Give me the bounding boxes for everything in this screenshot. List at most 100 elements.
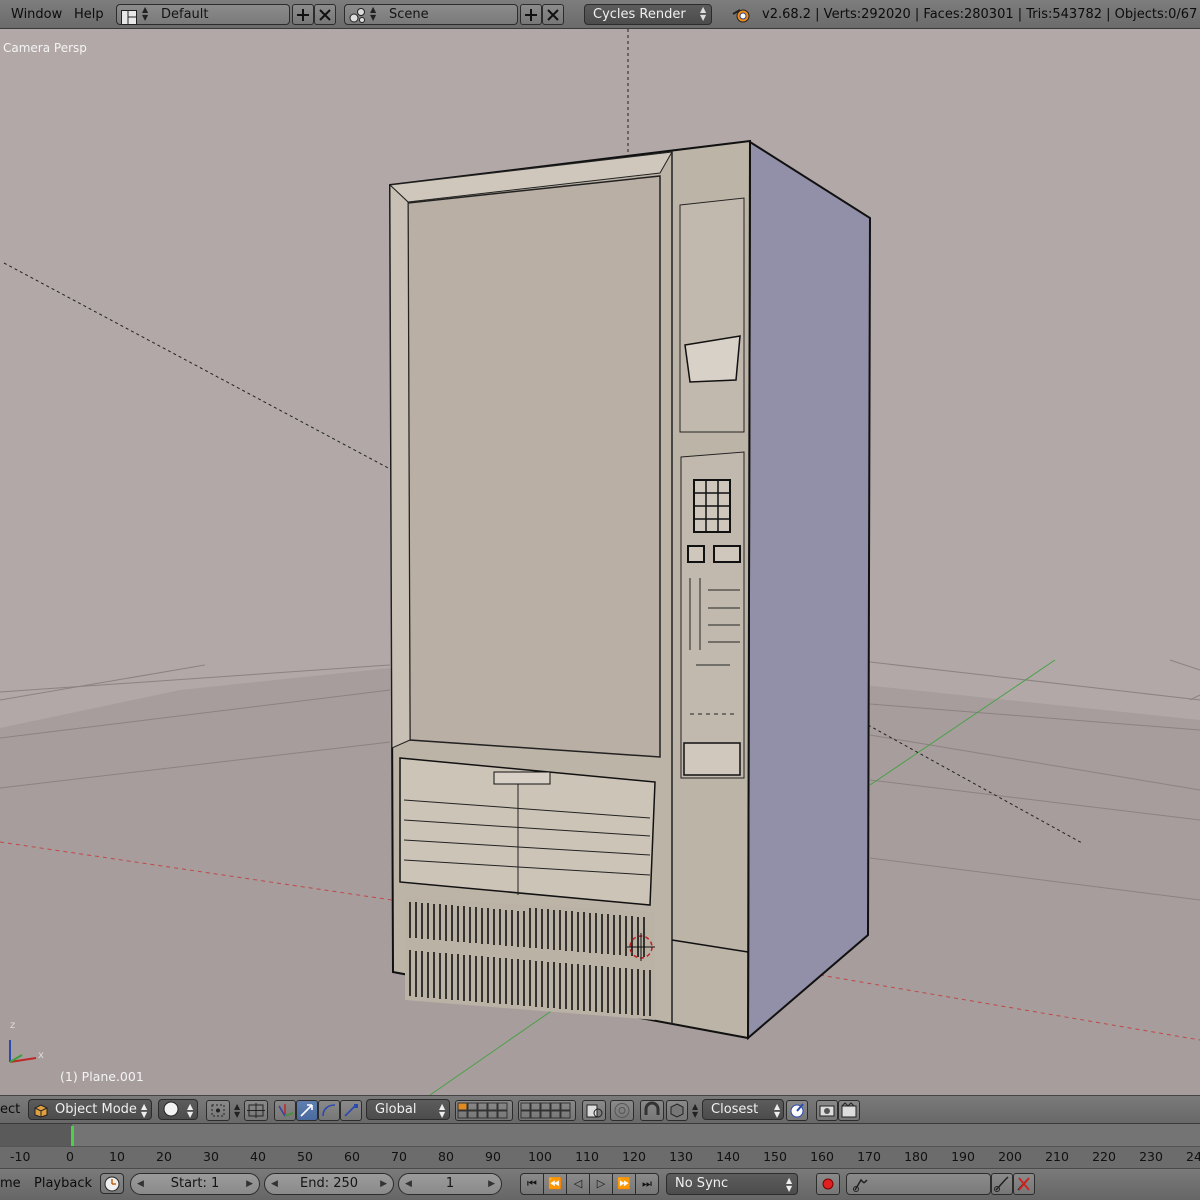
snap-target-selector[interactable]: Closest bbox=[702, 1099, 784, 1120]
insert-keyframe-icon[interactable] bbox=[991, 1173, 1013, 1195]
start-decrement-icon[interactable]: ◀ bbox=[137, 1174, 144, 1194]
info-header: Window Help Default ▲ ▼ Scene ▲ ▼ Cycles R… bbox=[0, 0, 1200, 29]
tick-label: 70 bbox=[391, 1149, 407, 1164]
screen-layout-name: Default bbox=[161, 7, 209, 22]
tick-label: 170 bbox=[857, 1149, 881, 1164]
layer-buttons-group-2[interactable] bbox=[518, 1100, 576, 1121]
tick-label: 50 bbox=[297, 1149, 313, 1164]
lock-layers-icon[interactable] bbox=[582, 1100, 606, 1121]
delete-keyframe-icon[interactable] bbox=[1013, 1173, 1035, 1195]
add-layout-button[interactable] bbox=[292, 4, 314, 25]
tick-label: 80 bbox=[438, 1149, 454, 1164]
current-frame-field[interactable]: ◀ 1 ▶ bbox=[398, 1173, 502, 1195]
record-autokey-button[interactable] bbox=[816, 1173, 840, 1195]
menu-frame-partial[interactable]: me bbox=[0, 1169, 21, 1199]
delete-layout-button[interactable] bbox=[314, 4, 336, 25]
tick-label: 200 bbox=[998, 1149, 1022, 1164]
snap-target-label: Closest bbox=[711, 1102, 759, 1117]
sync-mode-selector[interactable]: No Sync bbox=[666, 1173, 798, 1195]
jump-to-start-button[interactable]: ⏮ bbox=[520, 1173, 544, 1195]
pivot-updown-icon: ▲ ▼ bbox=[234, 1102, 241, 1119]
current-frame-marker[interactable] bbox=[71, 1126, 74, 1146]
tick-label: 230 bbox=[1139, 1149, 1163, 1164]
translate-manipulator-icon[interactable] bbox=[296, 1100, 318, 1121]
add-scene-button[interactable] bbox=[520, 4, 542, 25]
render-engine-selector[interactable]: Cycles Render bbox=[584, 4, 712, 25]
manipulate-center-icon[interactable] bbox=[244, 1100, 268, 1121]
use-preview-range-icon[interactable] bbox=[100, 1173, 124, 1194]
tick-label: 90 bbox=[485, 1149, 501, 1164]
sync-updown-icon: ▲ ▼ bbox=[786, 1176, 793, 1193]
mode-updown-icon: ▲ ▼ bbox=[141, 1102, 148, 1119]
view-name-label: Camera Persp bbox=[3, 41, 87, 55]
snap-element-updown-icon: ▲ ▼ bbox=[692, 1102, 699, 1119]
jump-to-next-keyframe-button[interactable]: ⏩ bbox=[612, 1173, 636, 1195]
play-button[interactable]: ▷ bbox=[589, 1173, 613, 1195]
tick-label: 130 bbox=[669, 1149, 693, 1164]
orientation-updown-icon: ▲ ▼ bbox=[439, 1102, 446, 1119]
manipulator-toggle-icon[interactable] bbox=[274, 1100, 296, 1121]
3d-view-header: ect Object Mode ▲ ▼ ▲ ▼ ▲ ▼ Global ▲ ▼ ▲… bbox=[0, 1095, 1200, 1124]
end-increment-icon[interactable]: ▶ bbox=[380, 1174, 387, 1194]
render-opengl-image-icon[interactable] bbox=[816, 1100, 838, 1121]
play-reverse-button[interactable]: ◁ bbox=[566, 1173, 590, 1195]
timeline-editor[interactable]: -10 0 10 20 30 40 50 60 70 80 90 100 110… bbox=[0, 1124, 1200, 1168]
timeline-header: me Playback ◀ Start: 1 ▶ ◀ End: 250 ▶ ◀ … bbox=[0, 1168, 1200, 1200]
delete-scene-button[interactable] bbox=[542, 4, 564, 25]
rotate-manipulator-icon[interactable] bbox=[318, 1100, 340, 1121]
snap-magnet-icon[interactable] bbox=[640, 1100, 664, 1121]
tick-label: 140 bbox=[716, 1149, 740, 1164]
start-frame-field[interactable]: ◀ Start: 1 ▶ bbox=[130, 1173, 260, 1195]
render-opengl-animation-icon[interactable] bbox=[838, 1100, 860, 1121]
snap-align-rotation-icon[interactable] bbox=[786, 1100, 808, 1121]
transform-orientation-selector[interactable]: Global bbox=[366, 1099, 450, 1120]
tick-label: 210 bbox=[1045, 1149, 1069, 1164]
proportional-editing-icon[interactable] bbox=[610, 1100, 634, 1121]
timeline-before-start-range bbox=[0, 1124, 72, 1146]
menu-select[interactable]: ect bbox=[0, 1096, 20, 1124]
sync-mode-label: No Sync bbox=[675, 1176, 729, 1191]
end-frame-value: End: 250 bbox=[299, 1176, 359, 1191]
snap-target-updown-icon: ▲ ▼ bbox=[774, 1102, 781, 1119]
jump-to-end-button[interactable]: ⏭ bbox=[635, 1173, 659, 1195]
tick-label: 60 bbox=[344, 1149, 360, 1164]
tick-label: 220 bbox=[1092, 1149, 1116, 1164]
tick-label: 40 bbox=[250, 1149, 266, 1164]
current-frame-value: 1 bbox=[445, 1176, 455, 1191]
tick-label: 0 bbox=[66, 1149, 74, 1164]
current-increment-icon[interactable]: ▶ bbox=[488, 1174, 495, 1194]
keying-set-field[interactable] bbox=[846, 1173, 991, 1195]
start-increment-icon[interactable]: ▶ bbox=[246, 1174, 253, 1194]
3d-viewport[interactable]: Camera Persp z x (1) Plane.001 bbox=[0, 29, 1200, 1095]
axis-z-label: z bbox=[10, 1020, 16, 1031]
jump-to-previous-keyframe-button[interactable]: ⏪ bbox=[543, 1173, 567, 1195]
current-decrement-icon[interactable]: ◀ bbox=[405, 1174, 412, 1194]
axis-x-label: x bbox=[38, 1050, 44, 1061]
tick-label: 160 bbox=[810, 1149, 834, 1164]
end-decrement-icon[interactable]: ◀ bbox=[271, 1174, 278, 1194]
blender-logo-icon bbox=[732, 5, 752, 24]
snap-element-icon[interactable] bbox=[666, 1100, 688, 1121]
menu-help[interactable]: Help bbox=[74, 0, 104, 28]
shading-updown-icon: ▲ ▼ bbox=[187, 1102, 194, 1119]
menu-playback[interactable]: Playback bbox=[34, 1169, 92, 1199]
layer-buttons-group-1[interactable] bbox=[455, 1100, 513, 1121]
tick-label: 180 bbox=[904, 1149, 928, 1164]
tick-label: -10 bbox=[10, 1149, 31, 1164]
mode-label: Object Mode bbox=[55, 1102, 137, 1117]
render-engine-label: Cycles Render bbox=[593, 7, 686, 22]
tick-label: 190 bbox=[951, 1149, 975, 1164]
screen-layout-icon bbox=[121, 7, 137, 25]
scene-updown-icon: ▲ ▼ bbox=[370, 5, 377, 22]
tick-label: 24 bbox=[1186, 1149, 1200, 1164]
tick-label: 100 bbox=[528, 1149, 552, 1164]
scale-manipulator-icon[interactable] bbox=[340, 1100, 362, 1121]
start-frame-value: Start: 1 bbox=[170, 1176, 220, 1191]
end-frame-field[interactable]: ◀ End: 250 ▶ bbox=[264, 1173, 394, 1195]
layout-updown-icon: ▲ ▼ bbox=[142, 5, 149, 22]
pivot-point-icon[interactable] bbox=[206, 1100, 230, 1121]
menu-window[interactable]: Window bbox=[11, 0, 62, 28]
tick-label: 150 bbox=[763, 1149, 787, 1164]
tick-label: 20 bbox=[156, 1149, 172, 1164]
scene-name: Scene bbox=[389, 7, 429, 22]
